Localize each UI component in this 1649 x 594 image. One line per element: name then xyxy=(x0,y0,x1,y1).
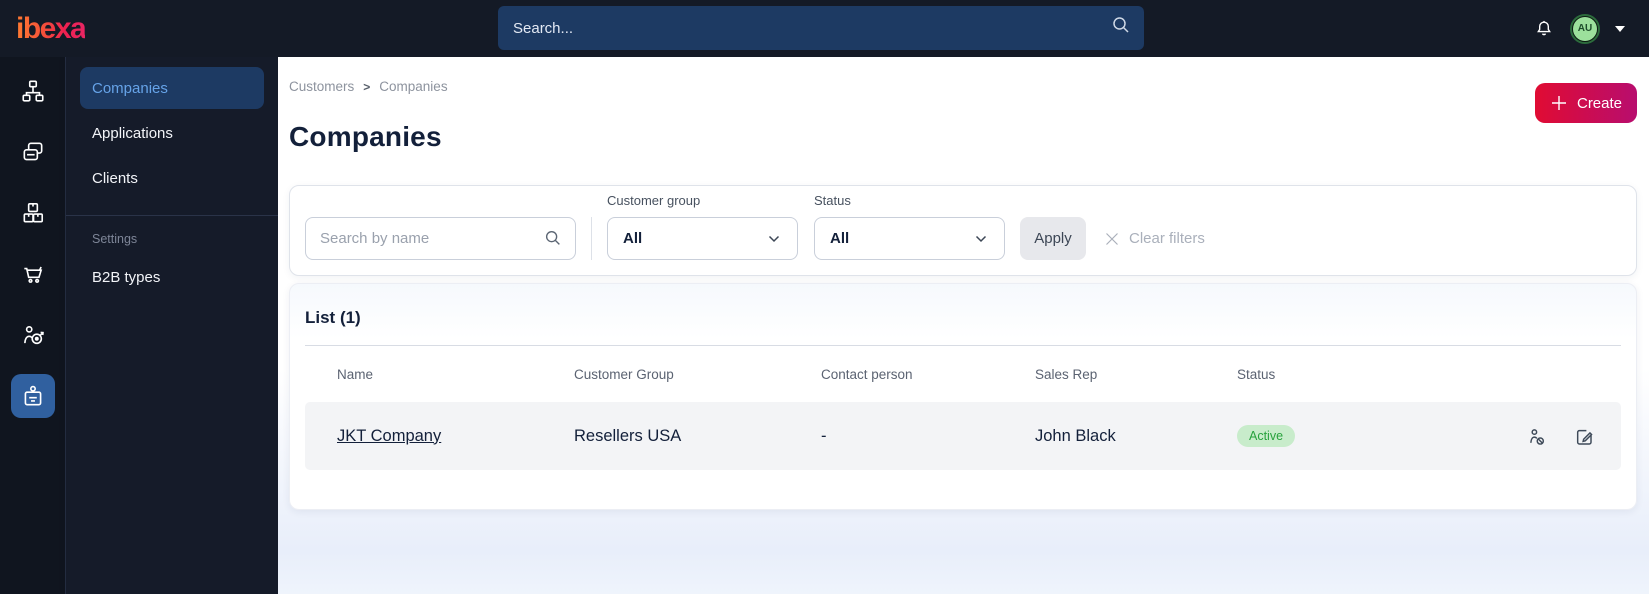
cell-customer-group: Resellers USA xyxy=(574,426,682,445)
menu-section-settings: Settings xyxy=(92,232,138,246)
user-avatar[interactable]: AU xyxy=(1570,13,1600,44)
customer-group-label: Customer group xyxy=(607,193,701,208)
cell-contact-person: - xyxy=(821,426,827,445)
content-cards-icon[interactable] xyxy=(11,130,55,174)
chevron-down-icon xyxy=(973,231,989,247)
status-label: Status xyxy=(814,193,851,208)
breadcrumb: Customers > Companies xyxy=(289,79,1637,94)
topbar: ibexa AU xyxy=(0,0,1649,57)
cell-sales-rep: John Black xyxy=(1035,426,1116,445)
sidebar-item-b2b-types[interactable]: B2B types xyxy=(80,256,264,298)
global-search-input[interactable] xyxy=(498,6,1144,50)
filter-divider xyxy=(591,217,592,260)
filters-panel: Customer group All Status All xyxy=(289,185,1637,276)
user-menu-caret-icon[interactable] xyxy=(1615,25,1625,32)
menu-divider xyxy=(66,215,278,216)
chevron-down-icon xyxy=(766,231,782,247)
status-select[interactable]: All xyxy=(814,217,1005,260)
filter-search-input[interactable] xyxy=(305,217,576,260)
column-name: Name xyxy=(337,366,374,382)
page-title: Companies xyxy=(289,121,442,152)
column-sales-rep: Sales Rep xyxy=(1035,366,1098,382)
column-status: Status xyxy=(1237,366,1276,382)
apply-button[interactable]: Apply xyxy=(1020,217,1086,260)
audience-target-icon[interactable] xyxy=(11,313,55,357)
status-badge: Active xyxy=(1237,425,1296,447)
sidebar-item-clients[interactable]: Clients xyxy=(80,157,264,199)
search-icon[interactable] xyxy=(1110,14,1132,36)
breadcrumb-customers[interactable]: Customers xyxy=(289,79,354,94)
search-icon xyxy=(543,228,563,248)
breadcrumb-companies: Companies xyxy=(379,79,448,94)
deactivate-user-icon[interactable] xyxy=(1526,426,1547,447)
sitemap-icon[interactable] xyxy=(11,69,55,113)
column-contact-person: Contact person xyxy=(821,366,913,382)
companies-list-panel: List (1) Name Customer Group Contact per… xyxy=(289,283,1637,510)
sidebar-item-applications[interactable]: Applications xyxy=(80,112,264,154)
table-header: Name Customer Group Contact person Sales… xyxy=(305,346,1621,402)
edit-icon[interactable] xyxy=(1574,426,1595,447)
close-icon xyxy=(1106,232,1118,245)
customer-badge-icon[interactable] xyxy=(10,374,55,418)
table-row[interactable]: JKT Company Resellers USA - John Black A… xyxy=(305,402,1621,470)
customer-group-select[interactable]: All xyxy=(607,217,798,260)
column-customer-group: Customer Group xyxy=(574,366,674,382)
main-content: Customers > Companies Create Companies S… xyxy=(278,57,1649,594)
sidebar-menu: Companies Applications Clients Settings … xyxy=(66,57,278,594)
breadcrumb-separator: > xyxy=(363,79,371,94)
ibexa-logo: ibexa xyxy=(16,11,87,45)
sidebar-item-companies[interactable]: Companies xyxy=(80,67,264,109)
icon-rail xyxy=(0,57,66,594)
shopping-cart-icon[interactable] xyxy=(11,252,55,296)
clear-filters-button[interactable]: Clear filters xyxy=(1104,217,1205,260)
create-button[interactable]: Create xyxy=(1535,83,1637,123)
topbar-right: AU xyxy=(1533,0,1625,57)
plus-icon xyxy=(1551,96,1566,110)
notifications-bell-icon[interactable] xyxy=(1533,18,1555,40)
product-boxes-icon[interactable] xyxy=(11,191,55,235)
list-title: List (1) xyxy=(305,308,361,327)
company-name-link[interactable]: JKT Company xyxy=(337,427,441,445)
